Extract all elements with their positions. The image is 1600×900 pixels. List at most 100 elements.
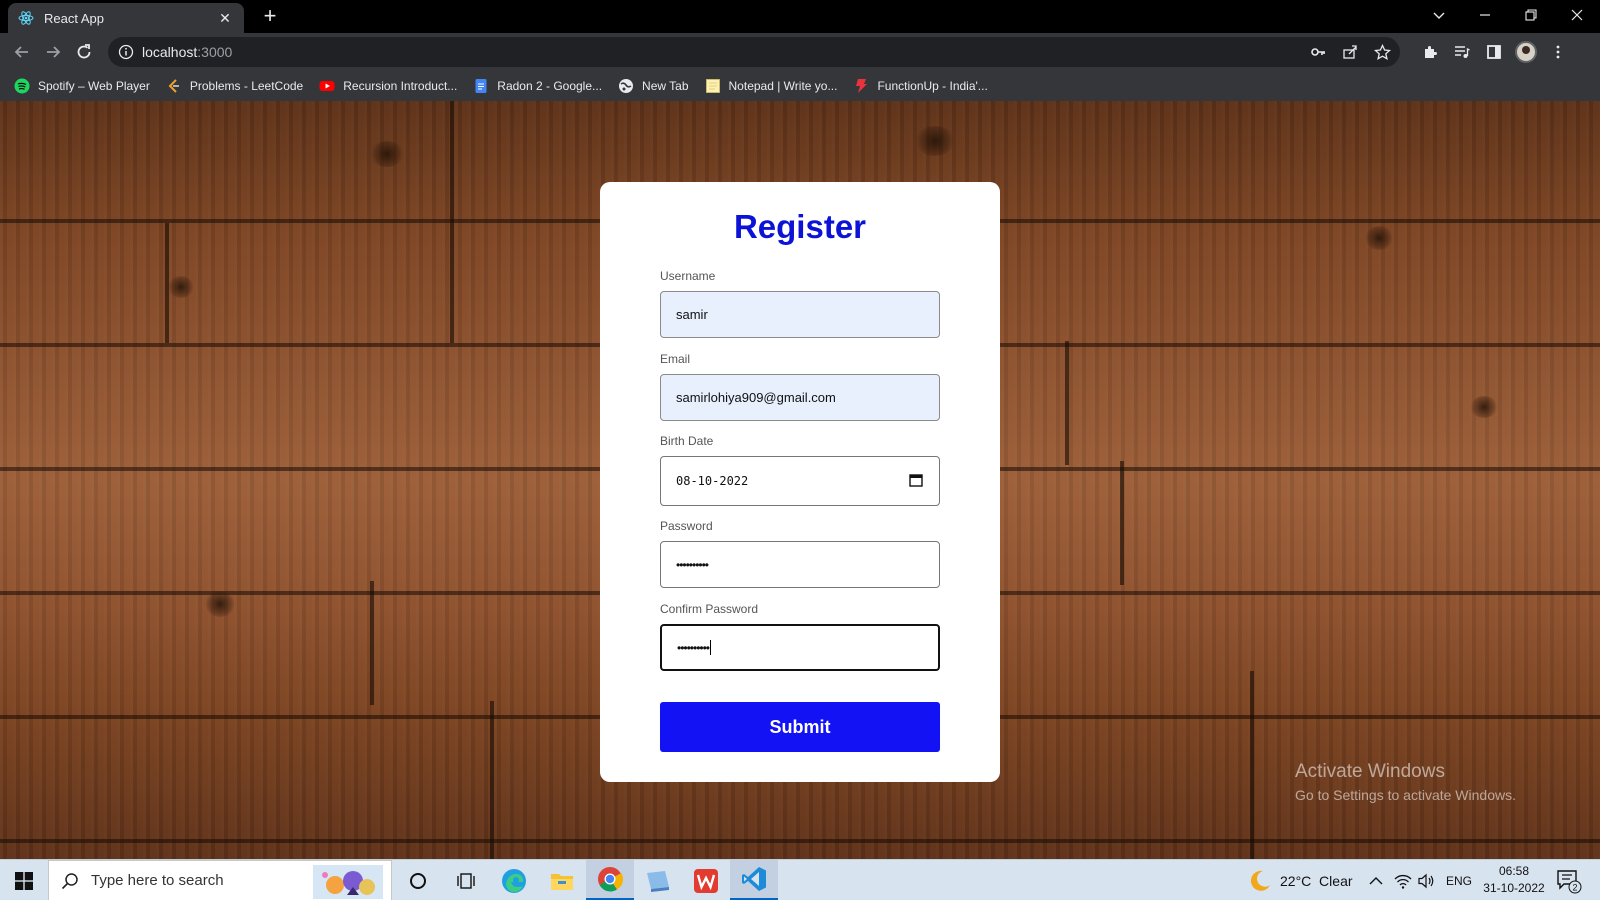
task-view-button[interactable] xyxy=(442,860,490,900)
password-value: •••••••••• xyxy=(676,557,709,572)
birth-date-value: 08-10-2022 xyxy=(676,474,749,488)
taskbar-app-wps[interactable] xyxy=(682,860,730,900)
task-view-icon xyxy=(457,872,475,889)
submit-button[interactable]: Submit xyxy=(660,702,940,752)
calendar-icon[interactable] xyxy=(909,473,923,487)
notification-center-button[interactable]: 2 xyxy=(1556,868,1582,894)
folder-icon xyxy=(551,873,573,890)
media-control-button[interactable] xyxy=(1450,40,1474,64)
start-button[interactable] xyxy=(0,860,48,900)
chrome-icon xyxy=(598,867,623,892)
taskbar-clock[interactable]: 06:58 31-10-2022 xyxy=(1478,863,1550,897)
register-card: Register Username samir Email samirlohiy… xyxy=(600,182,1000,782)
page-title: Register xyxy=(733,208,867,245)
globe-icon xyxy=(619,79,634,93)
forward-button[interactable] xyxy=(41,40,65,64)
url-port: :3000 xyxy=(197,44,233,60)
wood-knot xyxy=(915,126,955,156)
taskbar-app-vscode[interactable] xyxy=(730,860,778,900)
watermark-title: Activate Windows xyxy=(1295,761,1445,782)
minimize-button[interactable] xyxy=(1462,0,1508,30)
minimize-icon xyxy=(1480,14,1490,16)
close-window-button[interactable] xyxy=(1554,0,1600,30)
address-bar-actions xyxy=(1306,40,1394,64)
google-docs-icon xyxy=(475,79,487,93)
share-button[interactable] xyxy=(1338,40,1362,64)
wood-seam xyxy=(450,101,454,223)
taskbar-app-edge[interactable] xyxy=(490,860,538,900)
password-key-button[interactable] xyxy=(1306,40,1330,64)
wifi-icon[interactable] xyxy=(1394,873,1412,889)
wood-seam xyxy=(1065,341,1069,465)
username-input[interactable]: samir xyxy=(660,291,940,338)
email-input[interactable]: samirlohiya909@gmail.com xyxy=(660,374,940,421)
password-label: Password xyxy=(660,519,713,533)
edge-icon xyxy=(502,868,526,893)
bookmark-star-button[interactable] xyxy=(1370,40,1394,64)
wps-office-icon xyxy=(694,868,718,893)
bookmark-spotify[interactable]: Spotify – Web Player xyxy=(14,78,150,94)
moon-icon xyxy=(1250,870,1270,891)
birth-date-label: Birth Date xyxy=(660,434,714,448)
address-bar[interactable]: localhost:3000 xyxy=(108,37,1400,67)
profile-button[interactable] xyxy=(1514,40,1538,64)
bookmark-functionup[interactable]: FunctionUp - India'... xyxy=(853,78,988,94)
restore-icon xyxy=(1525,9,1537,21)
close-icon[interactable]: ✕ xyxy=(216,10,234,27)
notification-count: 2 xyxy=(1572,883,1577,893)
taskbar-app-unknown[interactable] xyxy=(634,860,682,900)
weather-text: 22°C Clear xyxy=(1280,872,1353,889)
watermark-subtitle: Go to Settings to activate Windows. xyxy=(1295,787,1516,803)
restore-button[interactable] xyxy=(1508,0,1554,30)
volume-icon[interactable] xyxy=(1418,873,1436,889)
browser-tab-react-app[interactable]: React App ✕ xyxy=(8,3,244,33)
weather-widget[interactable]: 22°C Clear xyxy=(1248,860,1353,900)
wood-seam xyxy=(1250,671,1254,859)
text-caret xyxy=(710,640,712,655)
extensions-button[interactable] xyxy=(1418,40,1442,64)
taskbar-app-file-explorer[interactable] xyxy=(538,860,586,900)
password-input[interactable]: •••••••••• xyxy=(660,541,940,588)
new-tab-button[interactable]: + xyxy=(258,4,282,28)
side-panel-button[interactable] xyxy=(1482,40,1506,64)
system-tray-icons: ENG xyxy=(1368,860,1472,900)
info-icon[interactable] xyxy=(118,44,134,60)
confirm-password-input[interactable]: •••••••••• xyxy=(660,624,940,671)
app-window-icon xyxy=(647,870,669,892)
key-icon xyxy=(1311,48,1325,56)
language-indicator[interactable]: ENG xyxy=(1446,874,1472,888)
leetcode-icon xyxy=(168,79,179,93)
wood-seam xyxy=(370,581,374,705)
wood-seam xyxy=(450,223,454,343)
arrow-left-icon xyxy=(14,46,28,58)
page-viewport: Register Username samir Email samirlohiy… xyxy=(0,101,1600,859)
vscode-icon xyxy=(742,867,766,891)
activate-windows-watermark: Activate Windows Go to Settings to activ… xyxy=(1295,761,1516,803)
bookmark-new-tab[interactable]: New Tab xyxy=(618,78,689,94)
bookmark-notepad[interactable]: Notepad | Write yo... xyxy=(705,78,837,94)
bookmark-leetcode[interactable]: Problems - LeetCode xyxy=(166,78,303,94)
taskbar-app-chrome[interactable] xyxy=(586,860,634,900)
close-icon xyxy=(1571,9,1583,21)
birth-date-input[interactable]: 08-10-2022 xyxy=(660,456,940,506)
notification-icon: 2 xyxy=(1557,870,1582,894)
chevron-up-icon[interactable] xyxy=(1368,873,1384,889)
reload-button[interactable] xyxy=(72,40,96,64)
url-host: localhost xyxy=(142,44,198,60)
tab-search-button[interactable] xyxy=(1416,0,1462,30)
star-icon xyxy=(1373,43,1391,60)
search-icon xyxy=(61,872,78,889)
chevron-down-icon xyxy=(1433,12,1445,19)
wood-knot xyxy=(1470,396,1498,418)
bookmark-recursion[interactable]: Recursion Introduct... xyxy=(319,78,457,94)
cortana-button[interactable] xyxy=(394,860,442,900)
taskbar-search-input[interactable]: Type here to search xyxy=(48,860,392,900)
window-controls xyxy=(1416,0,1600,30)
windows-taskbar: Type here to search 22°C Clear ENG 06:58… xyxy=(0,859,1600,900)
reload-icon xyxy=(77,44,91,59)
notepad-icon xyxy=(705,79,720,93)
back-button[interactable] xyxy=(10,40,34,64)
menu-button[interactable] xyxy=(1546,40,1570,64)
bookmark-radon[interactable]: Radon 2 - Google... xyxy=(473,78,602,94)
windows-logo-icon xyxy=(15,871,33,890)
